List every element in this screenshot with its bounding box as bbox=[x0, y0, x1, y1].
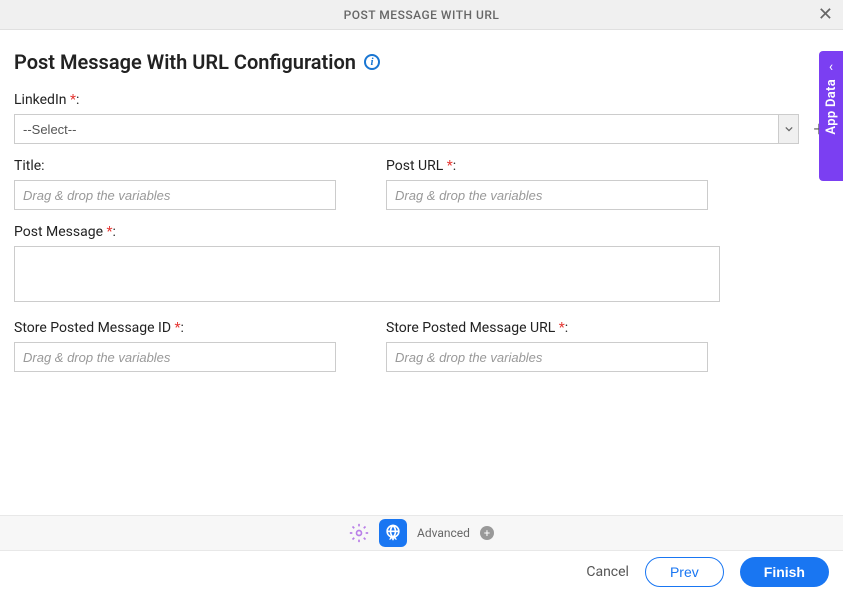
store-id-input[interactable] bbox=[14, 342, 336, 372]
linkedin-label: LinkedIn *: bbox=[14, 92, 829, 108]
colon: : bbox=[113, 224, 116, 240]
post-message-textarea[interactable] bbox=[14, 246, 720, 302]
gear-icon[interactable] bbox=[349, 523, 369, 543]
store-url-input[interactable] bbox=[386, 342, 708, 372]
colon: : bbox=[76, 92, 79, 108]
store-id-field-group: Store Posted Message ID *: bbox=[14, 320, 336, 372]
chevron-left-icon: ‹ bbox=[829, 59, 833, 75]
store-id-label: Store Posted Message ID *: bbox=[14, 320, 336, 336]
app-data-label: App Data bbox=[824, 79, 839, 135]
post-url-label: Post URL *: bbox=[386, 158, 708, 174]
footer: Cancel Prev Finish bbox=[0, 551, 843, 593]
store-url-label: Store Posted Message URL *: bbox=[386, 320, 708, 336]
post-url-field-group: Post URL *: bbox=[386, 158, 708, 210]
post-url-input[interactable] bbox=[386, 180, 708, 210]
linkedin-field-group: LinkedIn *: + bbox=[14, 92, 829, 144]
linkedin-select-input[interactable] bbox=[15, 115, 778, 143]
page-title: Post Message With URL Configuration bbox=[14, 50, 356, 74]
dialog-header: POST MESSAGE WITH URL ✕ bbox=[0, 0, 843, 30]
linkedin-select-row: + bbox=[14, 114, 829, 144]
title-url-row: Title: Post URL *: bbox=[14, 158, 829, 210]
app-data-tab[interactable]: ‹ App Data bbox=[819, 51, 843, 181]
store-id-label-text: Store Posted Message ID bbox=[14, 320, 175, 336]
page-title-row: Post Message With URL Configuration i bbox=[14, 50, 829, 74]
colon: : bbox=[565, 320, 568, 336]
close-icon[interactable]: ✕ bbox=[818, 6, 833, 24]
post-message-field-group: Post Message *: bbox=[14, 224, 829, 306]
prev-button[interactable]: Prev bbox=[645, 557, 724, 587]
colon: : bbox=[453, 158, 456, 174]
title-label: Title: bbox=[14, 158, 336, 174]
finish-button[interactable]: Finish bbox=[740, 557, 829, 587]
post-message-label: Post Message *: bbox=[14, 224, 829, 240]
add-advanced-button[interactable]: + bbox=[480, 526, 494, 540]
colon: : bbox=[181, 320, 184, 336]
store-url-field-group: Store Posted Message URL *: bbox=[386, 320, 708, 372]
post-url-label-text: Post URL bbox=[386, 158, 447, 174]
store-url-label-text: Store Posted Message URL bbox=[386, 320, 559, 336]
post-message-label-text: Post Message bbox=[14, 224, 106, 240]
title-field-group: Title: bbox=[14, 158, 336, 210]
title-input[interactable] bbox=[14, 180, 336, 210]
advanced-label: Advanced bbox=[417, 526, 470, 540]
linkedin-label-text: LinkedIn bbox=[14, 92, 70, 108]
cancel-button[interactable]: Cancel bbox=[586, 564, 629, 580]
content-area: Post Message With URL Configuration i Li… bbox=[0, 30, 843, 372]
dialog-title: POST MESSAGE WITH URL bbox=[344, 8, 500, 22]
www-icon[interactable] bbox=[379, 519, 407, 547]
chevron-down-icon[interactable] bbox=[778, 115, 798, 143]
bottom-toolbar: Advanced + bbox=[0, 515, 843, 551]
store-row: Store Posted Message ID *: Store Posted … bbox=[14, 320, 829, 372]
linkedin-select[interactable] bbox=[14, 114, 799, 144]
info-icon[interactable]: i bbox=[364, 54, 380, 70]
